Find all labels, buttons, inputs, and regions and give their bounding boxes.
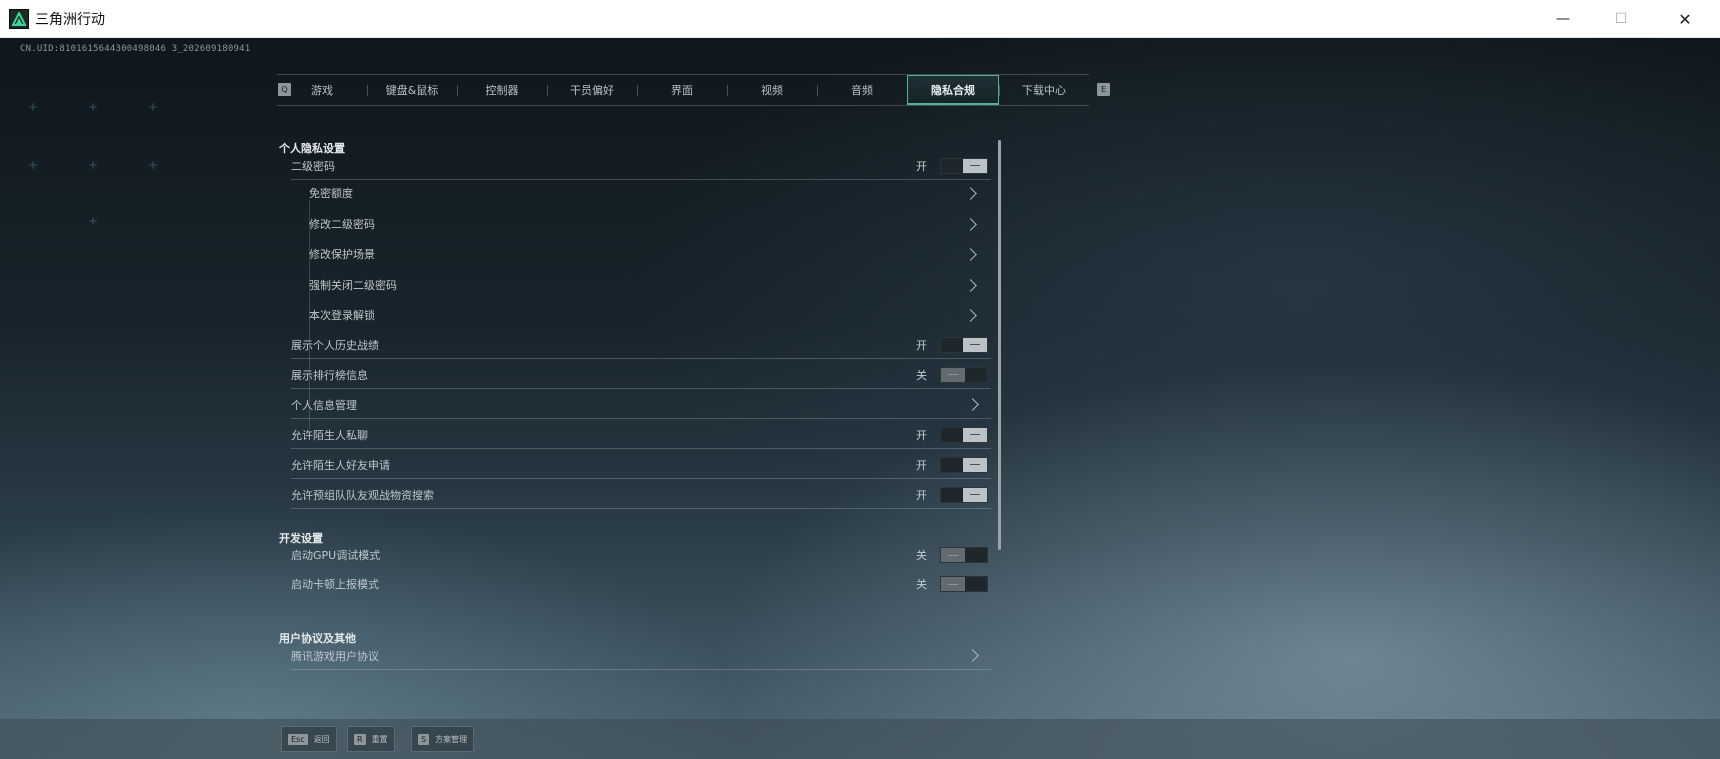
settings-tab-bar: 游戏 键盘&鼠标 控制器 干员偏好 界面 视频 音频 隐私合规 下载中心: [277, 74, 1089, 106]
setting-label: 修改二级密码: [309, 218, 375, 231]
toggle-state: 开: [916, 428, 927, 442]
setting-allow-stranger-chat: 允许陌生人私聊 开: [291, 421, 991, 449]
close-window-button[interactable]: ✕: [1650, 0, 1720, 38]
setting-label: 启动卡顿上报模式: [291, 578, 379, 591]
grid-plus-icon: +: [88, 158, 99, 172]
setting-personal-info-management[interactable]: 个人信息管理: [291, 391, 991, 419]
sub-item-change-protection-scenes[interactable]: 修改保护场景: [309, 240, 989, 268]
toggle-switch[interactable]: [940, 456, 988, 473]
maximize-button[interactable]: ☐: [1592, 0, 1650, 38]
close-icon: ✕: [1678, 9, 1692, 29]
tab-controller[interactable]: 控制器: [457, 75, 547, 105]
chevron-right-icon: [964, 186, 977, 200]
setting-stutter-report-mode: 启动卡顿上报模式 关: [291, 570, 991, 598]
back-button[interactable]: Esc 返回: [281, 726, 337, 752]
setting-label: 展示排行榜信息: [291, 368, 368, 382]
setting-gpu-debug-mode: 启动GPU调试模式 关: [291, 541, 991, 569]
setting-tencent-user-agreement[interactable]: 腾讯游戏用户协议: [291, 642, 991, 670]
game-settings-screen: CN.UID:8101615644300498046 3_20260918094…: [0, 38, 1720, 759]
app-logo-icon: [9, 8, 29, 29]
hint-label: 返回: [313, 734, 330, 744]
setting-allow-stranger-friend-requests: 允许陌生人好友申请 开: [291, 451, 991, 479]
tab-privacy-compliance[interactable]: 隐私合规: [907, 75, 999, 105]
sub-item-change-second-password[interactable]: 修改二级密码: [309, 210, 989, 238]
setting-label: 强制关闭二级密码: [309, 279, 397, 292]
toggle-state: 开: [916, 159, 927, 173]
tab-operator-preferences[interactable]: 干员偏好: [547, 75, 637, 105]
toggle-switch[interactable]: [940, 547, 988, 563]
window-titlebar: 三角洲行动 — ☐ ✕: [0, 0, 1720, 38]
grid-plus-icon: +: [28, 158, 39, 172]
minimize-icon: —: [1556, 11, 1570, 27]
maximize-icon: ☐: [1614, 11, 1628, 27]
chevron-right-icon: [964, 217, 977, 231]
toggle-state: 关: [916, 368, 927, 382]
setting-second-password: 二级密码 开: [291, 152, 991, 180]
setting-label: 免密额度: [309, 187, 353, 200]
grid-plus-icon: +: [88, 214, 99, 228]
sub-item-force-disable-second-password[interactable]: 强制关闭二级密码: [309, 271, 989, 299]
s-key-icon: S: [418, 733, 430, 745]
sub-item-unlock-this-login[interactable]: 本次登录解锁: [309, 301, 989, 329]
toggle-state: 关: [916, 549, 927, 562]
setting-label: 二级密码: [291, 159, 335, 173]
hint-label: 方案管理: [435, 734, 468, 744]
toggle-state: 开: [916, 488, 927, 502]
setting-allow-squad-spectate-search: 允许预组队队友观战物资搜索 开: [291, 481, 991, 509]
tab-audio[interactable]: 音频: [817, 75, 907, 105]
settings-panel: 个人隐私设置 二级密码 开 免密额度 修改二级密码 修改保护场景 强制关闭二级密…: [279, 138, 994, 730]
grid-plus-icon: +: [148, 100, 159, 114]
hint-label: 重置: [371, 734, 388, 744]
chevron-right-icon: [964, 308, 977, 322]
toggle-switch[interactable]: [940, 576, 988, 592]
minimize-button[interactable]: —: [1534, 0, 1592, 38]
grid-plus-icon: +: [88, 100, 99, 114]
toggle-switch[interactable]: [940, 366, 988, 383]
chevron-right-icon: [966, 649, 979, 662]
preset-management-button[interactable]: S 方案管理: [411, 726, 475, 752]
setting-label: 允许陌生人私聊: [291, 428, 368, 442]
bottom-hint-bar: Esc 返回 R 重置 S 方案管理: [0, 719, 1720, 759]
grid-plus-icon: +: [28, 100, 39, 114]
setting-label: 允许预组队队友观战物资搜索: [291, 488, 434, 502]
setting-label: 本次登录解锁: [309, 309, 375, 322]
esc-key-icon: Esc: [288, 733, 308, 745]
setting-show-history-stats: 展示个人历史战绩 开: [291, 331, 991, 359]
uid-label: CN.UID:8101615644300498046 3_20260918094…: [20, 44, 251, 54]
toggle-switch[interactable]: [940, 486, 988, 503]
toggle-state: 关: [916, 578, 927, 591]
toggle-switch[interactable]: [940, 426, 988, 443]
chevron-right-icon: [966, 398, 979, 411]
setting-label: 修改保护场景: [309, 248, 375, 261]
settings-scrollbar[interactable]: [998, 140, 1001, 550]
tab-next-key-icon[interactable]: E: [1097, 83, 1110, 96]
toggle-state: 开: [916, 338, 927, 352]
tab-game[interactable]: 游戏: [277, 75, 367, 105]
chevron-right-icon: [964, 247, 977, 261]
tab-video[interactable]: 视频: [727, 75, 817, 105]
toggle-state: 开: [916, 458, 927, 472]
toggle-switch[interactable]: [940, 336, 988, 353]
setting-label: 启动GPU调试模式: [291, 549, 381, 562]
setting-label: 展示个人历史战绩: [291, 338, 379, 352]
tab-download-center[interactable]: 下载中心: [999, 75, 1089, 105]
chevron-right-icon: [964, 278, 977, 292]
setting-label: 允许陌生人好友申请: [291, 458, 390, 472]
sub-item-password-free-limit[interactable]: 免密额度: [309, 179, 989, 207]
setting-label: 腾讯游戏用户协议: [291, 649, 379, 663]
toggle-switch[interactable]: [940, 157, 988, 174]
tab-keyboard-mouse[interactable]: 键盘&鼠标: [367, 75, 457, 105]
setting-show-leaderboard: 展示排行榜信息 关: [291, 361, 991, 389]
setting-label: 个人信息管理: [291, 398, 357, 412]
tab-interface[interactable]: 界面: [637, 75, 727, 105]
window-title: 三角洲行动: [35, 11, 105, 28]
r-key-icon: R: [354, 733, 366, 745]
grid-plus-icon: +: [148, 158, 159, 172]
reset-button[interactable]: R 重置: [347, 726, 395, 752]
